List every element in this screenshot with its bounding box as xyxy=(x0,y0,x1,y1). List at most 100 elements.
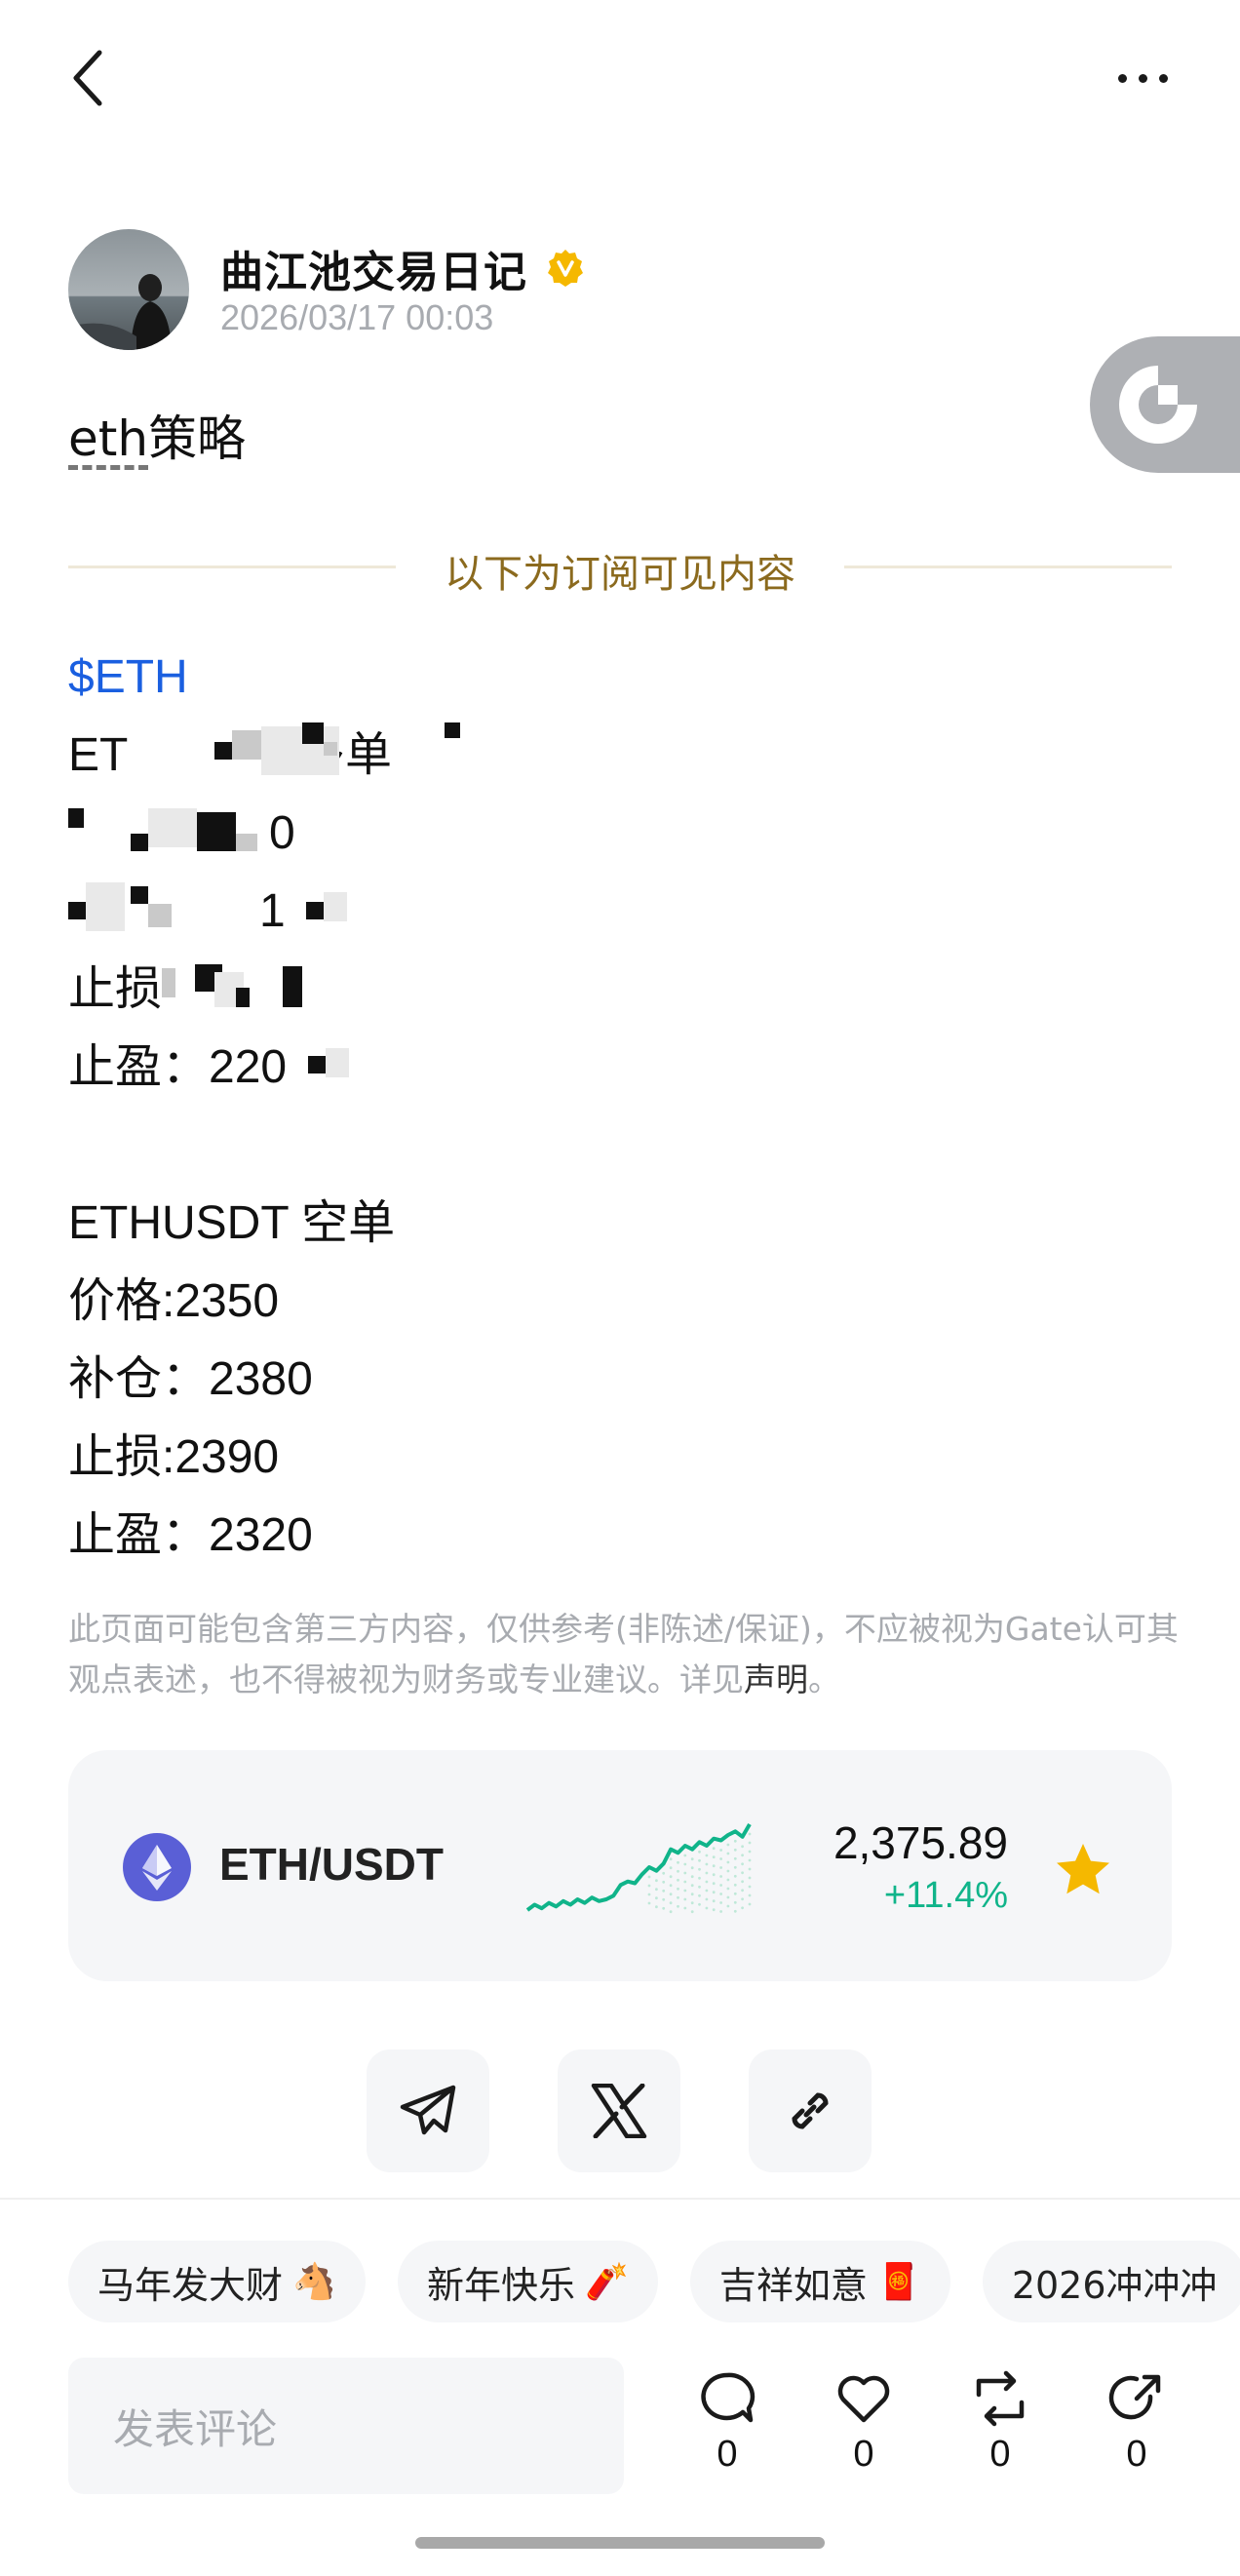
sparkline-fill-dot xyxy=(662,1871,666,1875)
content-line-suffix: 1 xyxy=(259,885,286,937)
sparkline-fill-dot xyxy=(655,1905,658,1909)
floating-assistant-button[interactable] xyxy=(1090,336,1240,473)
favorite-star-icon[interactable] xyxy=(1053,1840,1113,1900)
sparkline-fill-dot xyxy=(733,1856,737,1860)
author-name[interactable]: 曲江池交易日记 xyxy=(220,237,527,299)
top-bar xyxy=(0,0,1240,166)
topic-chip[interactable]: 2026冲冲冲 xyxy=(982,2241,1240,2322)
price-change: +11.4% xyxy=(883,1875,1008,1916)
telegram-icon xyxy=(400,2085,456,2135)
sparkline-fill-dot xyxy=(647,1901,651,1905)
topic-chip[interactable]: 新年快乐 🧨 xyxy=(397,2241,658,2322)
share-telegram-button[interactable] xyxy=(367,2049,489,2172)
sparkline-fill-dot xyxy=(669,1866,673,1870)
sparkline-fill-dot xyxy=(719,1857,722,1860)
more-dot-icon xyxy=(1158,73,1168,83)
sparkline-fill-dot xyxy=(690,1893,694,1896)
repost-count: 0 xyxy=(989,2434,1011,2475)
content-line: 补仓：2380 xyxy=(68,1353,313,1405)
like-action[interactable]: 0 xyxy=(825,2369,903,2476)
sparkline-fill-dot xyxy=(719,1884,722,1887)
sparkline-fill-dot xyxy=(726,1878,730,1882)
market-ticker-card[interactable]: ETH/USDT 2,375.89 +11.4% xyxy=(68,1750,1172,1981)
sparkline-fill-dot xyxy=(698,1858,701,1862)
redaction-mosaic xyxy=(283,966,302,1007)
cashtag-link[interactable]: $ETH xyxy=(68,639,1170,717)
post-title-text: 策略 xyxy=(148,410,247,467)
author-header: 曲江池交易日记 2026/03/17 00:03 xyxy=(68,229,946,351)
heart-icon xyxy=(837,2375,890,2423)
share-x-button[interactable] xyxy=(558,2049,680,2172)
sparkline-fill-dot xyxy=(726,1887,730,1891)
sparkline-fill-dot xyxy=(733,1892,737,1895)
redaction-mosaic xyxy=(308,1056,326,1073)
sparkline-fill-dot xyxy=(669,1910,673,1914)
post-title-tag[interactable]: eth xyxy=(68,410,148,467)
comment-action[interactable]: 0 xyxy=(688,2369,766,2476)
topic-chip[interactable]: 吉祥如意 🧧 xyxy=(689,2241,950,2322)
redaction-mosaic xyxy=(162,968,175,997)
redaction-mosaic xyxy=(148,808,197,847)
sparkline-fill-dot xyxy=(677,1869,679,1873)
sparkline-fill-dot xyxy=(647,1884,651,1888)
more-dot-icon xyxy=(1117,73,1127,83)
comment-bubble-icon xyxy=(701,2372,756,2423)
sparkline-fill-dot xyxy=(741,1845,744,1849)
sparkline-fill-dot xyxy=(712,1847,716,1851)
sparkline-fill-dot xyxy=(683,1854,687,1857)
avatar[interactable] xyxy=(68,229,189,350)
redaction-mosaic xyxy=(131,834,148,851)
topic-chips: 马年发大财 🐴 新年快乐 🧨 吉祥如意 🧧 2026冲冲冲 xyxy=(68,2241,1240,2324)
sparkline-fill-dot xyxy=(733,1865,737,1869)
comment-placeholder: 发表评论 xyxy=(113,2404,278,2453)
sparkline-fill-dot xyxy=(726,1904,730,1908)
post-title: eth策略 xyxy=(68,400,246,470)
redaction-mosaic xyxy=(232,730,261,760)
content-line-text: 止盈：220 xyxy=(68,1041,288,1093)
comment-input[interactable]: 发表评论 xyxy=(68,2358,624,2494)
more-options-button[interactable] xyxy=(1104,49,1182,107)
copy-link-button[interactable] xyxy=(749,2049,872,2172)
redaction-mosaic xyxy=(86,882,125,931)
divider-line-right xyxy=(844,566,1172,568)
sparkline-fill-dot xyxy=(712,1899,716,1903)
sparkline-fill-dot xyxy=(719,1901,722,1904)
sparkline-fill-dot xyxy=(683,1897,687,1901)
sparkline-fill-dot xyxy=(748,1893,752,1897)
sparkline-fill-dot xyxy=(733,1848,737,1852)
sparkline-fill-dot xyxy=(705,1889,709,1893)
subscription-label: 以下为订阅可见内容 xyxy=(445,552,795,597)
verified-badge-icon xyxy=(548,250,583,287)
sparkline-fill-dot xyxy=(683,1889,687,1893)
content-line-text: 止损 xyxy=(68,963,163,1015)
sparkline-fill-dot xyxy=(719,1849,722,1852)
sparkline-fill-dot xyxy=(719,1875,722,1878)
sparkline-fill-dot xyxy=(741,1889,744,1893)
sparkline-fill-dot xyxy=(683,1871,687,1875)
more-dot-icon xyxy=(1138,73,1147,83)
redaction-mosaic xyxy=(68,902,86,919)
disclaimer-link[interactable]: 声明 xyxy=(744,1660,808,1698)
back-button[interactable] xyxy=(58,44,117,112)
sparkline-fill-dot xyxy=(669,1901,673,1905)
sparkline-fill-dot xyxy=(662,1880,666,1884)
disclaimer-text: 此页面可能包含第三方内容，仅供参考(非陈述/保证)，不应被视为Gate认可其观点… xyxy=(68,1610,1179,1698)
topic-chip[interactable]: 马年发大财 🐴 xyxy=(68,2241,366,2322)
sparkline-fill-dot xyxy=(726,1869,730,1873)
last-price: 2,375.89 xyxy=(833,1817,1008,1868)
sparkline-fill-dot xyxy=(690,1857,694,1861)
redaction-mosaic xyxy=(197,812,236,851)
sparkline-fill-dot xyxy=(677,1895,679,1899)
price-sparkline xyxy=(525,1822,752,1914)
repost-action[interactable]: 0 xyxy=(961,2369,1039,2476)
sparkline-fill-dot xyxy=(719,1893,722,1895)
sparkline-fill-dot xyxy=(748,1867,752,1871)
sparkline-fill-dot xyxy=(741,1897,744,1901)
sparkline-fill-dot xyxy=(690,1875,694,1879)
comment-count: 0 xyxy=(717,2434,738,2475)
horse-emoji-icon: 🐴 xyxy=(292,2262,336,2302)
content-line-redacted: 止盈：220 xyxy=(68,1029,1170,1107)
share-action[interactable]: 0 xyxy=(1098,2369,1176,2476)
like-count: 0 xyxy=(853,2434,874,2475)
sparkline-fill-dot xyxy=(748,1876,752,1880)
